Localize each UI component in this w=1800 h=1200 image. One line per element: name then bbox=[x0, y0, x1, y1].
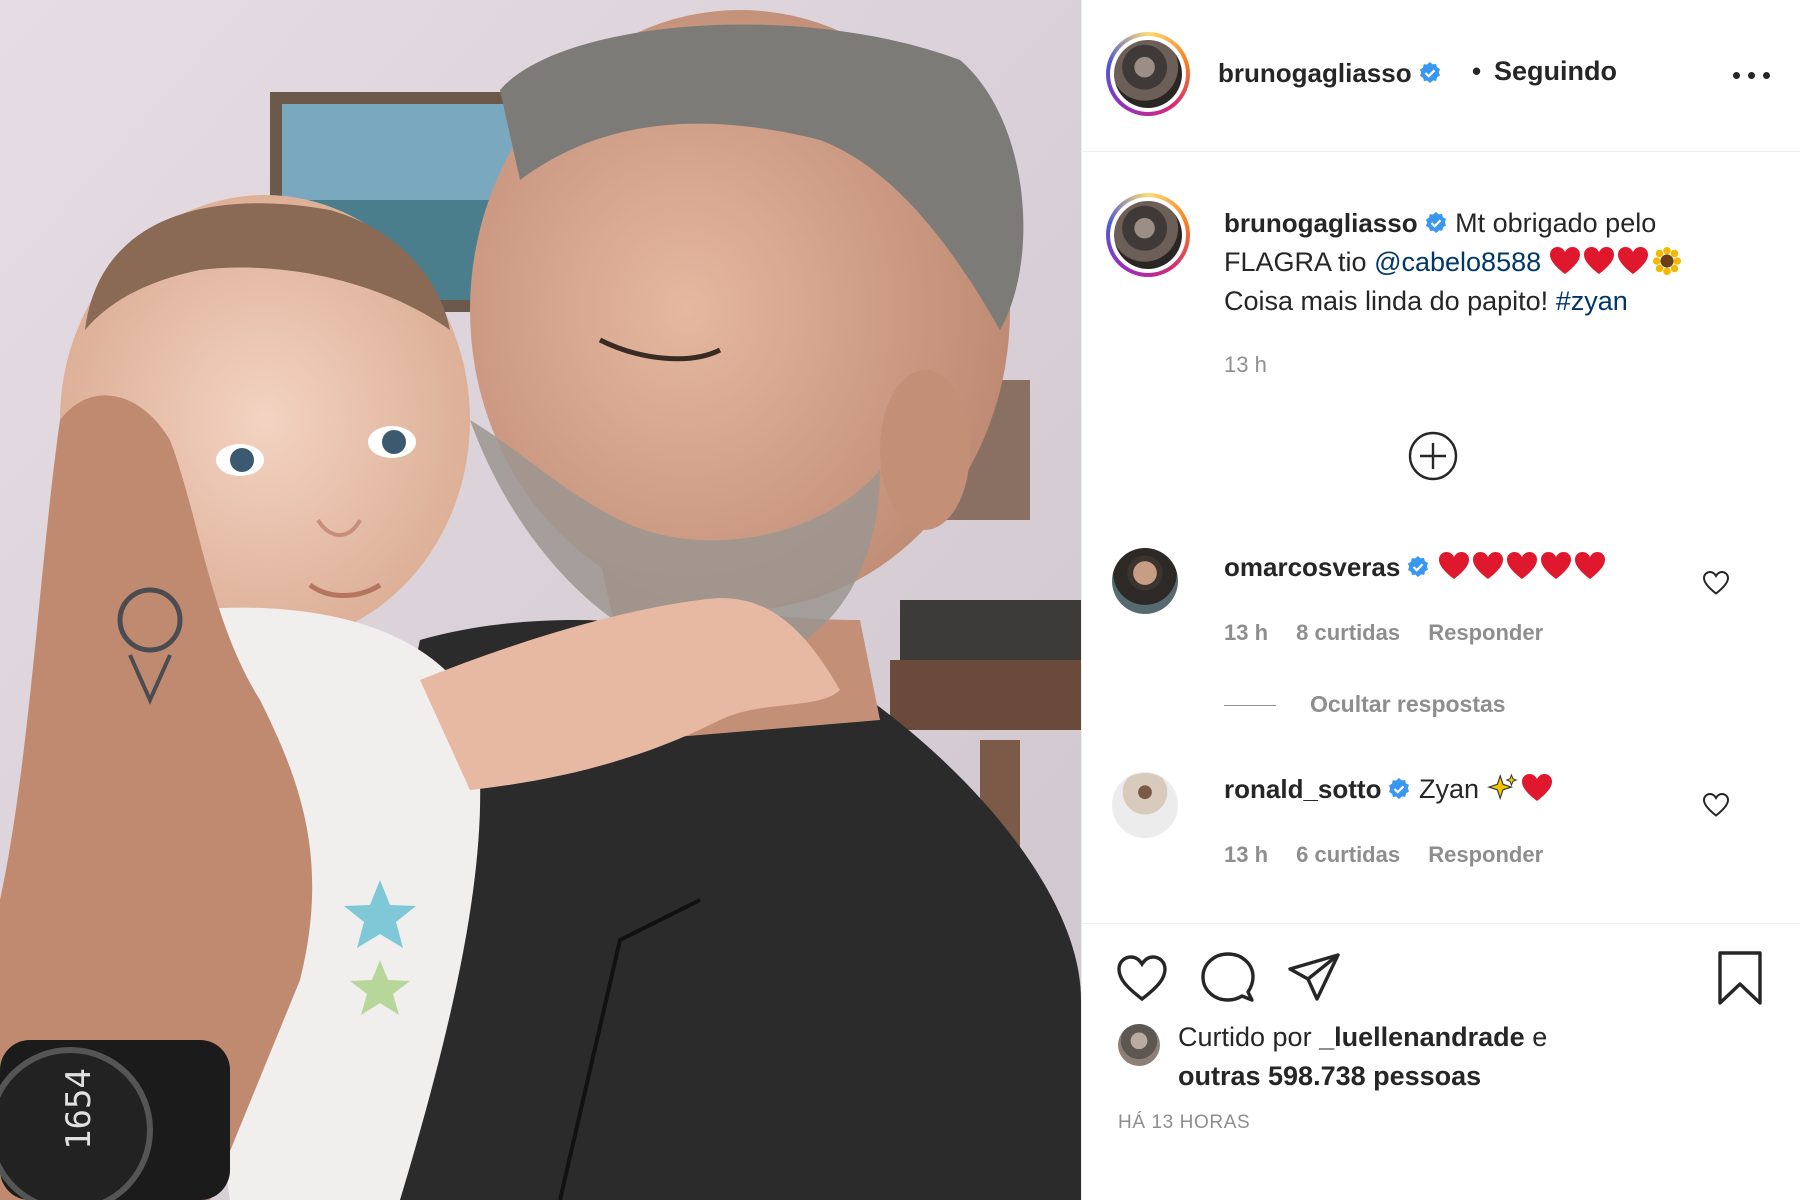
caption-mention-link[interactable]: @cabelo8588 bbox=[1374, 247, 1541, 277]
post-caption: brunogagliasso Mt obrigado pelo FLAGRA t… bbox=[1224, 204, 1764, 321]
sparkles-emoji bbox=[1486, 773, 1517, 801]
hide-replies-label: Ocultar respostas bbox=[1310, 691, 1506, 717]
verified-icon bbox=[1389, 778, 1410, 799]
reply-button[interactable]: Responder bbox=[1428, 620, 1543, 645]
liked-by-user[interactable]: _luellenandrade bbox=[1319, 1022, 1525, 1052]
following-button[interactable]: Seguindo bbox=[1494, 56, 1617, 87]
more-options-icon[interactable] bbox=[1722, 50, 1782, 100]
heart-emoji bbox=[1506, 552, 1537, 579]
liked-by: Curtido por _luellenandrade e outras 598… bbox=[1178, 1018, 1778, 1096]
commenter-username[interactable]: omarcosveras bbox=[1224, 552, 1400, 582]
caption-time[interactable]: 13 h bbox=[1224, 352, 1267, 378]
author-username-text[interactable]: brunogagliasso bbox=[1218, 58, 1412, 88]
heart-emoji bbox=[1617, 247, 1648, 274]
comment-time[interactable]: 13 h bbox=[1224, 842, 1268, 867]
load-more-comments-icon[interactable] bbox=[1407, 430, 1459, 482]
caption-text-1: Mt obrigado pelo bbox=[1455, 208, 1657, 238]
svg-text:1654: 1654 bbox=[59, 1068, 99, 1150]
caption-hashtag-link[interactable]: #zyan bbox=[1556, 286, 1628, 316]
comment-likes-count[interactable]: 8 curtidas bbox=[1296, 620, 1400, 645]
heart-emoji bbox=[1574, 552, 1605, 579]
verified-icon bbox=[1419, 62, 1440, 83]
save-icon[interactable] bbox=[1712, 950, 1768, 1006]
comment-likes-count[interactable]: 6 curtidas bbox=[1296, 842, 1400, 867]
comment: omarcosveras bbox=[1224, 551, 1608, 583]
liker-avatar[interactable] bbox=[1118, 1024, 1160, 1066]
comment-like-icon[interactable] bbox=[1702, 570, 1730, 596]
author-username[interactable]: brunogagliasso bbox=[1218, 58, 1442, 89]
caption-text-3: Coisa mais linda do papito! bbox=[1224, 286, 1549, 316]
heart-emoji bbox=[1583, 247, 1614, 274]
comment-icon[interactable] bbox=[1200, 950, 1256, 1006]
post-detail-panel: brunogagliasso • Seguindo brunogagliasso… bbox=[1081, 0, 1800, 1200]
sunflower-emoji bbox=[1652, 246, 1681, 276]
post-photo[interactable]: 1654 bbox=[0, 0, 1081, 1200]
like-icon[interactable] bbox=[1114, 950, 1170, 1006]
liked-by-prefix: Curtido por bbox=[1178, 1022, 1312, 1052]
heart-emoji bbox=[1549, 247, 1580, 274]
post-header: brunogagliasso • Seguindo bbox=[1082, 0, 1800, 152]
comment: ronald_sotto Zyan bbox=[1224, 773, 1555, 805]
commenter-avatar[interactable] bbox=[1112, 772, 1178, 838]
verified-icon bbox=[1425, 212, 1446, 233]
commenter-username[interactable]: ronald_sotto bbox=[1224, 774, 1381, 804]
comment-like-icon[interactable] bbox=[1702, 792, 1730, 818]
follow-separator: • bbox=[1472, 56, 1482, 86]
hide-replies-button[interactable]: Ocultar respostas bbox=[1224, 691, 1506, 718]
post-timestamp[interactable]: HÁ 13 HORAS bbox=[1118, 1112, 1250, 1134]
share-icon[interactable] bbox=[1286, 950, 1342, 1006]
caption-username[interactable]: brunogagliasso bbox=[1224, 208, 1418, 238]
comment-time[interactable]: 13 h bbox=[1224, 620, 1268, 645]
divider-line bbox=[1224, 705, 1276, 707]
likes-count-link[interactable]: outras 598.738 pessoas bbox=[1178, 1061, 1481, 1091]
caption-text-2: FLAGRA tio bbox=[1224, 247, 1367, 277]
comment-text: Zyan bbox=[1418, 774, 1479, 804]
commenter-avatar[interactable] bbox=[1112, 548, 1178, 614]
comment-meta: 13 h 8 curtidas Responder bbox=[1224, 620, 1565, 646]
post-actions: Curtido por _luellenandrade e outras 598… bbox=[1082, 923, 1800, 1200]
author-avatar[interactable] bbox=[1106, 32, 1190, 116]
comment-meta: 13 h 6 curtidas Responder bbox=[1224, 842, 1565, 868]
heart-emoji bbox=[1438, 552, 1469, 579]
post-image: 1654 bbox=[0, 0, 1081, 1200]
caption-author-avatar[interactable] bbox=[1106, 193, 1190, 277]
heart-emoji bbox=[1521, 774, 1552, 801]
heart-emoji bbox=[1472, 552, 1503, 579]
reply-button[interactable]: Responder bbox=[1428, 842, 1543, 867]
liked-by-connector: e bbox=[1532, 1022, 1548, 1052]
verified-icon bbox=[1408, 556, 1429, 577]
heart-emoji bbox=[1540, 552, 1571, 579]
